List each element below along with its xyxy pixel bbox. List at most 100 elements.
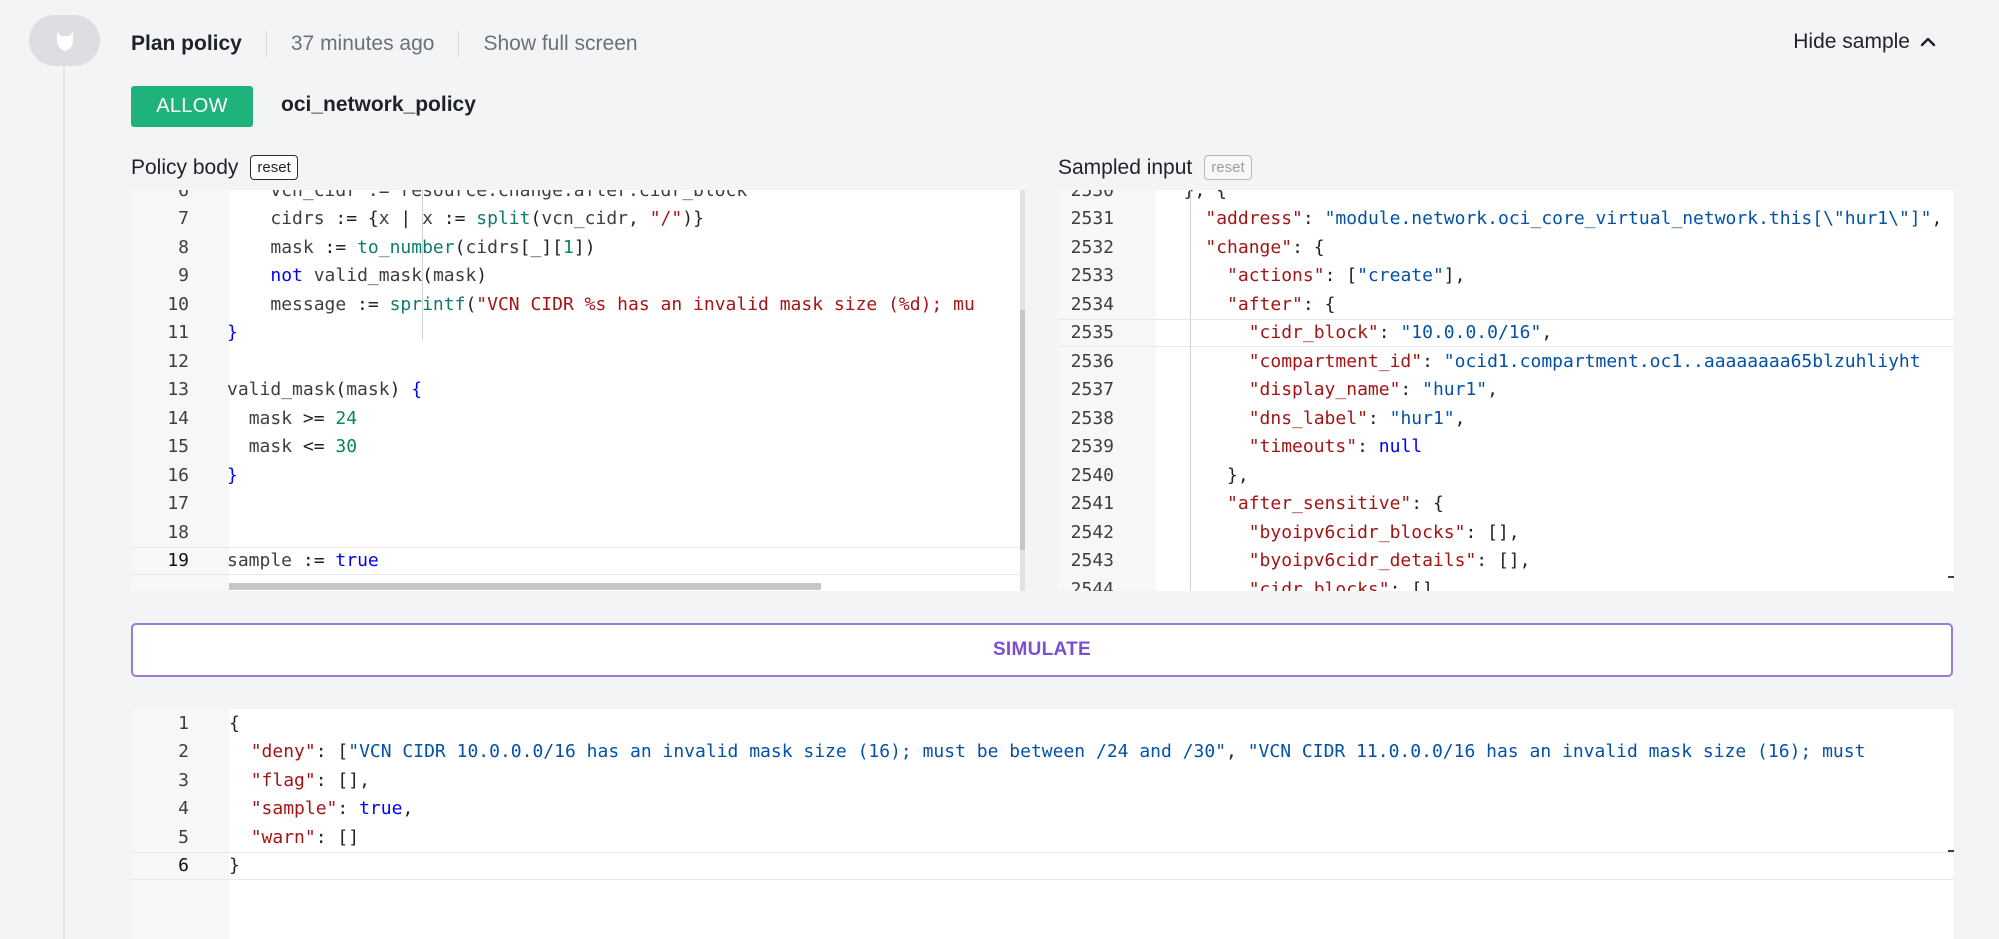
chevron-up-icon xyxy=(1920,37,1936,47)
policy-body-header: Policy body reset xyxy=(131,155,298,180)
code-line: 2537 "display_name": "hur1", xyxy=(1058,376,1953,405)
line-number: 2538 xyxy=(1070,407,1114,429)
code-line: 8 mask := to_number(cidrs[_][1]) xyxy=(131,233,1025,262)
code-line: 2540 }, xyxy=(1058,461,1953,490)
line-number: 8 xyxy=(178,236,189,258)
code-text: "address": "module.network.oci_core_virt… xyxy=(1205,208,1943,230)
code-text: mask <= 30 xyxy=(248,436,358,458)
code-text: "dns_label": "hur1", xyxy=(1248,407,1466,429)
code-text: "after": { xyxy=(1227,293,1336,315)
policy-name: oci_network_policy xyxy=(281,93,476,116)
horizontal-scrollbar[interactable] xyxy=(229,583,821,590)
simulate-button[interactable]: SIMULATE xyxy=(131,623,1953,677)
code-text: "timeouts": null xyxy=(1248,436,1423,458)
line-number: 14 xyxy=(167,407,189,429)
indent-guide xyxy=(1190,190,1191,591)
policy-body-label: Policy body xyxy=(131,155,239,179)
policy-reset-button[interactable]: reset xyxy=(250,155,298,180)
code-line: 11} xyxy=(131,319,1025,348)
code-text: cidrs := {x | x := split(vcn_cidr, "/")} xyxy=(270,208,704,230)
code-text: "byoipv6cidr_details": [], xyxy=(1248,550,1531,572)
line-number: 2530 xyxy=(1070,190,1114,201)
code-line: 2535 "cidr_block": "10.0.0.0/16", xyxy=(1058,318,1953,347)
code-line: 18 xyxy=(131,518,1025,547)
scroll-marker xyxy=(1948,576,1954,578)
divider xyxy=(458,31,460,57)
code-text: "after_sensitive": { xyxy=(1227,493,1444,515)
code-text: not valid_mask(mask) xyxy=(270,265,488,287)
sampled-input-editor[interactable]: 2530 }, { 2531 "address": "module.network… xyxy=(1058,190,1953,591)
code-line: 2532 "change": { xyxy=(1058,233,1953,262)
code-line: 7 cidrs := {x | x := split(vcn_cidr, "/"… xyxy=(131,205,1025,234)
line-number: 16 xyxy=(167,464,189,486)
code-line: 6} xyxy=(131,851,1953,880)
sampled-input-header: Sampled input reset xyxy=(1058,155,1252,180)
code-text: }, xyxy=(1162,464,1249,486)
line-number: 4 xyxy=(178,798,189,820)
code-text: "cidr_block": "10.0.0.0/16", xyxy=(1248,322,1553,344)
line-number: 18 xyxy=(167,521,189,543)
code-text: "flag": [], xyxy=(250,769,370,791)
vertical-scrollbar[interactable] xyxy=(1020,310,1025,550)
code-text: "display_name": "hur1", xyxy=(1248,379,1498,401)
code-line: 2542 "byoipv6cidr_blocks": [], xyxy=(1058,518,1953,547)
timeline-line xyxy=(63,66,65,939)
sampled-input-reset-button[interactable]: reset xyxy=(1204,155,1252,180)
line-number: 2541 xyxy=(1070,493,1114,515)
simulation-output-editor[interactable]: 1{ 2 "deny": ["VCN CIDR 10.0.0.0/16 has a… xyxy=(131,709,1953,939)
line-number: 15 xyxy=(167,436,189,458)
code-line: 9 not valid_mask(mask) xyxy=(131,262,1025,291)
code-text: mask >= 24 xyxy=(248,407,358,429)
shield-cat-icon xyxy=(56,31,73,51)
code-line: 19 sample := true xyxy=(131,546,1025,575)
line-number: 6 xyxy=(178,190,189,201)
line-number: 2539 xyxy=(1070,436,1114,458)
code-text: }, { xyxy=(1162,190,1228,201)
code-line: 1{ xyxy=(131,709,1953,738)
code-text: sample := true xyxy=(227,550,379,572)
line-number: 2542 xyxy=(1070,521,1114,543)
code-text: valid_mask(mask) { xyxy=(227,379,423,401)
code-text: "warn": [] xyxy=(250,826,360,848)
code-text: "sample": true, xyxy=(250,798,414,820)
code-line: 5 "warn": [] xyxy=(131,823,1953,852)
show-full-screen-link[interactable]: Show full screen xyxy=(483,32,637,56)
run-timestamp: 37 minutes ago xyxy=(290,32,435,55)
hide-sample-label: Hide sample xyxy=(1793,30,1910,53)
line-number: 9 xyxy=(178,265,189,287)
code-line: 17 xyxy=(131,490,1025,519)
code-text: "compartment_id": "ocid1.compartment.oc1… xyxy=(1248,350,1921,372)
line-number: 2543 xyxy=(1070,550,1114,572)
code-line: 3 "flag": [], xyxy=(131,766,1953,795)
scroll-marker xyxy=(1948,850,1954,852)
sampled-input-label: Sampled input xyxy=(1058,155,1193,179)
line-number: 7 xyxy=(178,208,189,230)
line-number: 2 xyxy=(178,741,189,763)
line-number: 2544 xyxy=(1070,578,1114,591)
line-number: 2536 xyxy=(1070,350,1114,372)
code-line: 2541 "after_sensitive": { xyxy=(1058,490,1953,519)
code-text: } xyxy=(227,322,238,344)
code-text: vcn_cidr := resource.change.after.cidr_b… xyxy=(270,190,748,201)
line-number: 2540 xyxy=(1070,464,1114,486)
policy-body-editor[interactable]: 6 vcn_cidr := resource.change.after.cidr… xyxy=(131,190,1025,591)
line-number: 2534 xyxy=(1070,293,1114,315)
line-number: 5 xyxy=(178,826,189,848)
line-number: 2531 xyxy=(1070,208,1114,230)
code-line: 2534 "after": { xyxy=(1058,290,1953,319)
run-header: Plan policy 37 minutes ago Show full scr… xyxy=(131,24,638,64)
line-number: 13 xyxy=(167,379,189,401)
decision-badge: ALLOW xyxy=(131,86,253,127)
hide-sample-button[interactable]: Hide sample xyxy=(1793,30,1936,54)
code-line: 2531 "address": "module.network.oci_core… xyxy=(1058,205,1953,234)
line-number: 6 xyxy=(178,855,189,877)
line-number: 1 xyxy=(178,712,189,734)
code-line: 2543 "byoipv6cidr_details": [], xyxy=(1058,547,1953,576)
code-line: 10 message := sprintf("VCN CIDR %s has a… xyxy=(131,290,1025,319)
code-line: 14 mask >= 24 xyxy=(131,404,1025,433)
code-text: "actions": ["create"], xyxy=(1227,265,1466,287)
line-number: 2532 xyxy=(1070,236,1114,258)
line-number: 2535 xyxy=(1070,322,1114,344)
code-text: } xyxy=(229,855,240,877)
code-text: "deny": ["VCN CIDR 10.0.0.0/16 has an in… xyxy=(250,741,1866,763)
